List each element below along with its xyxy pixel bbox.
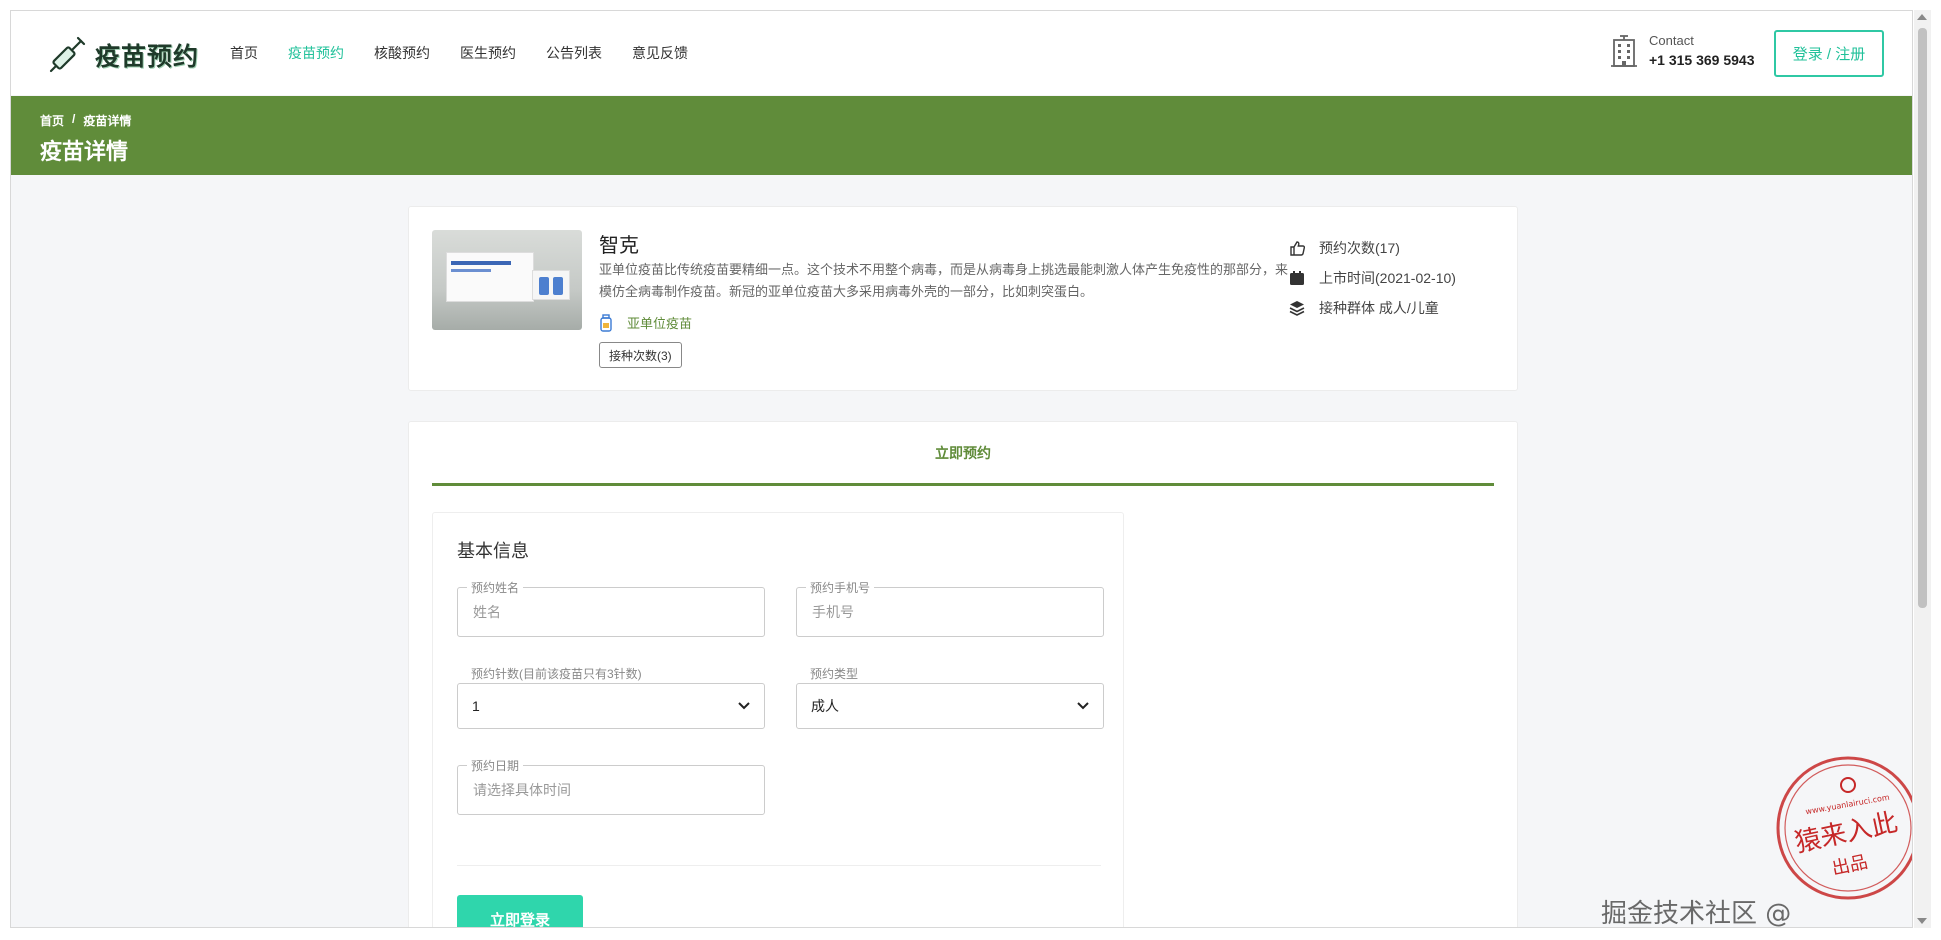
basic-info-panel: 基本信息 姓名 预约姓名 手机号 预约手机号 预约针数(目前该疫苗只有3针数) … [432,512,1124,927]
nav-item-doctor[interactable]: 医生预约 [460,43,516,63]
meta-launch-date: 上市时间(2021-02-10) [1289,263,1456,293]
breadcrumb-home[interactable]: 首页 [40,112,64,129]
name-field: 姓名 预约姓名 [457,579,765,637]
meta-appointments: 预约次数(17) [1289,233,1456,263]
vaccine-name: 智克 [599,235,639,257]
building-icon [1611,34,1637,67]
doses-label: 预约针数(目前该疫苗只有3针数) [471,667,642,681]
doses-value: 1 [472,698,480,714]
scroll-down-arrow[interactable] [1917,918,1927,924]
calendar-icon [1290,271,1304,285]
doses-field: 1 [457,683,765,729]
booking-card: 立即预约 基本信息 姓名 预约姓名 手机号 预约手机号 预约针数(目前该疫苗只有… [408,421,1518,927]
target-population: 接种群体 成人/儿童 [1319,300,1439,316]
type-label: 预约类型 [810,667,859,681]
vaccine-description: 亚单位疫苗比传统疫苗要精细一点。这个技术不用整个病毒，而是从病毒身上挑选最能刺激… [599,262,1289,299]
vaccine-type-label[interactable]: 亚单位疫苗 [627,313,692,332]
phone-field: 手机号 预约手机号 [796,579,1104,637]
panel-title: 基本信息 [457,541,529,561]
vaccine-image [432,230,582,330]
login-register-button[interactable]: 登录 / 注册 [1774,30,1884,77]
chevron-down-icon [1077,702,1089,710]
contact-phone: +1 315 369 5943 [1649,52,1755,68]
nav-item-notices[interactable]: 公告列表 [546,43,602,63]
page-banner: 首页 / 疫苗详情 疫苗详情 [11,96,1912,175]
submit-button[interactable]: 立即登录 [457,895,583,927]
watermark-text: 掘金技术社区 @ 115432031q [1601,899,1792,928]
bottle-icon [600,313,612,332]
vaccine-type: 亚单位疫苗 [599,313,692,332]
breadcrumb-separator: / [72,112,76,126]
date-field: 请选择具体时间 预约日期 [457,757,765,815]
chevron-down-icon [738,702,750,710]
nav-item-vaccine[interactable]: 疫苗预约 [288,43,344,63]
site-header: 疫苗预约 首页 疫苗预约 核酸预约 医生预约 公告列表 意见反馈 Contact… [11,11,1912,95]
syringe-icon [49,36,86,73]
phone-label: 预约手机号 [806,579,875,596]
vaccine-meta: 预约次数(17) 上市时间(2021-02-10) 接种群体 成人/儿童 [1289,233,1456,323]
doses-select[interactable]: 1 [457,683,765,729]
scroll-up-arrow[interactable] [1917,14,1927,20]
browser-viewport: 疫苗预约 首页 疫苗预约 核酸预约 医生预约 公告列表 意见反馈 Contact… [10,10,1913,928]
thumbs-up-icon [1290,241,1305,256]
vaccine-info-card: 智克 亚单位疫苗比传统疫苗要精细一点。这个技术不用整个病毒，而是从病毒身上挑选最… [408,206,1518,391]
name-label: 预约姓名 [467,579,524,596]
launch-date: 上市时间(2021-02-10) [1319,270,1456,286]
seal-stamp: www.yuanlairuci.com 猿来入此 出品 [1776,756,1912,900]
meta-population: 接种群体 成人/儿童 [1289,293,1456,323]
breadcrumb-current: 疫苗详情 [83,114,132,128]
contact-block: Contact +1 315 369 5943 [1609,33,1755,68]
scroll-thumb[interactable] [1918,28,1927,608]
tab-book-now[interactable]: 立即预约 [432,422,1494,486]
nav-item-home[interactable]: 首页 [230,43,258,63]
svg-text:出品: 出品 [1830,852,1870,880]
nav-item-feedback[interactable]: 意见反馈 [632,43,688,63]
breadcrumb: 首页 / 疫苗详情 [40,112,131,129]
main-nav: 首页 疫苗预约 核酸预约 医生预约 公告列表 意见反馈 [230,43,688,63]
type-field: 成人 [796,683,1104,729]
layers-icon [1289,301,1305,316]
site-logo[interactable]: 疫苗预约 [47,35,199,75]
logo-text: 疫苗预约 [95,42,200,71]
type-select[interactable]: 成人 [796,683,1104,729]
vertical-scrollbar[interactable] [1914,10,1931,928]
page-title: 疫苗详情 [40,139,129,164]
form-divider [457,865,1101,866]
dose-count-badge: 接种次数(3) [599,342,682,368]
type-value: 成人 [811,698,839,714]
nav-item-nucleic[interactable]: 核酸预约 [374,43,430,63]
contact-label: Contact [1649,33,1694,48]
appointments-count: 预约次数(17) [1319,240,1400,256]
date-label: 预约日期 [467,757,524,774]
